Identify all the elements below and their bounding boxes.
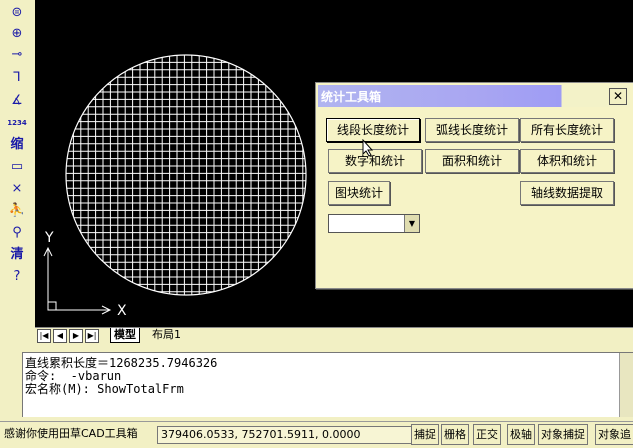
- zoom-icon[interactable]: ⚲: [6, 222, 28, 242]
- coordinate-readout: 379406.0533, 752701.5911, 0.0000: [157, 426, 413, 444]
- hatch-grid: [66, 55, 306, 295]
- stamp-icon[interactable]: ⊜: [6, 2, 28, 22]
- hook-icon[interactable]: ⅂: [6, 67, 28, 87]
- otrack-toggle[interactable]: 对象追: [595, 424, 633, 445]
- next-tab-icon[interactable]: ▶: [69, 329, 83, 343]
- circle-outline: [65, 54, 307, 296]
- volume-sum-stat-button[interactable]: 体积和统计: [520, 149, 614, 173]
- area-sum-stat-button[interactable]: 面积和统计: [425, 149, 519, 173]
- window-icon[interactable]: ▭: [6, 156, 28, 176]
- dialog-title: 统计工具箱: [321, 90, 382, 104]
- drawing-toolbar: ⊜ ⊕ ⊸ ⅂ ∡ 1234 缩 ▭ ⨯ ⛹ ⚲ 清?: [0, 0, 35, 348]
- ortho-toggle[interactable]: 正交: [473, 424, 501, 445]
- statistics-toolbox-dialog: 统计工具箱 ✕ 线段长度统计 弧线长度统计 所有长度统计 数字和统计 面积和统计…: [315, 82, 633, 289]
- last-tab-icon[interactable]: ▶|: [85, 329, 99, 343]
- close-button[interactable]: ✕: [609, 88, 627, 105]
- osnap-toggle[interactable]: 对象捕捉: [538, 424, 588, 445]
- command-scrollbar[interactable]: [619, 353, 633, 417]
- clear-icon[interactable]: 清: [6, 244, 28, 264]
- snap-toggle[interactable]: 捕捉: [411, 424, 439, 445]
- chevron-down-icon[interactable]: ▼: [404, 215, 419, 232]
- renumber-icon[interactable]: 1234: [7, 113, 26, 133]
- ucs-icon: [43, 246, 112, 315]
- block-count-stat-button[interactable]: 图块统计: [328, 181, 390, 205]
- tab-model[interactable]: 模型: [110, 328, 140, 343]
- arc-length-stat-button[interactable]: 弧线长度统计: [425, 118, 519, 142]
- crosshair-icon[interactable]: ⊕: [6, 23, 28, 43]
- close-icon: ✕: [612, 89, 624, 103]
- all-length-stat-button[interactable]: 所有长度统计: [520, 118, 614, 142]
- polar-toggle[interactable]: 极轴: [507, 424, 535, 445]
- status-bar: 感谢你使用田草CAD工具箱 379406.0533, 752701.5911, …: [0, 421, 633, 448]
- break-line-icon[interactable]: ⊸: [6, 44, 28, 64]
- trim-icon[interactable]: ⨯: [6, 178, 28, 198]
- axis-y-label: Y: [44, 230, 54, 246]
- dialog-titlebar[interactable]: 统计工具箱 ✕: [318, 85, 630, 107]
- first-tab-icon[interactable]: |◀: [37, 329, 51, 343]
- prev-tab-icon[interactable]: ◀: [53, 329, 67, 343]
- block-type-select[interactable]: ▼: [328, 214, 420, 233]
- command-window[interactable]: 直线累积长度＝1268235.7946326 命令: -vbarun 宏名称(M…: [22, 352, 633, 417]
- axis-data-extract-button[interactable]: 轴线数据提取: [520, 181, 614, 205]
- number-sum-stat-button[interactable]: 数字和统计: [328, 149, 422, 173]
- tab-layout1[interactable]: 布局1: [149, 328, 184, 342]
- angle-dimension-icon[interactable]: ∡: [6, 90, 28, 110]
- command-prompt-line[interactable]: 宏名称(M): ShowTotalFrm: [25, 383, 184, 396]
- grid-toggle[interactable]: 栅格: [441, 424, 469, 445]
- layout-tab-bar: |◀ ◀ ▶ ▶| 模型 布局1: [35, 327, 633, 343]
- status-welcome-text: 感谢你使用田草CAD工具箱: [4, 427, 138, 440]
- person-icon[interactable]: ⛹: [6, 200, 28, 220]
- help-icon[interactable]: ?: [6, 266, 28, 286]
- mouse-cursor-icon: [362, 139, 374, 157]
- axis-x-label: X: [117, 303, 127, 319]
- scale-icon[interactable]: 缩: [6, 134, 28, 154]
